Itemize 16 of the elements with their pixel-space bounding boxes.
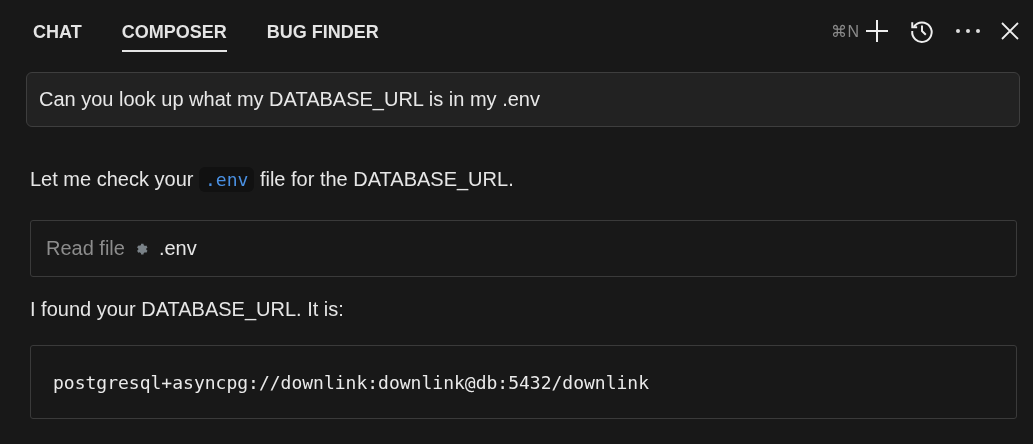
gear-icon bbox=[134, 241, 149, 256]
close-icon[interactable] bbox=[1001, 22, 1019, 40]
plus-icon[interactable] bbox=[865, 19, 889, 43]
history-icon[interactable] bbox=[909, 18, 935, 44]
code-text: postgresql+asyncpg://downlink:downlink@db:5432/downlink bbox=[53, 371, 650, 393]
tab[interactable]: COMPOSER bbox=[121, 14, 227, 52]
prompt-field[interactable]: Can you look up what my DATABASE_URL is in my .env bbox=[26, 72, 1020, 127]
tab[interactable]: BUG FINDER bbox=[266, 14, 379, 52]
more-icon[interactable] bbox=[955, 28, 981, 34]
shortcut-hint: ⌘N bbox=[831, 21, 859, 41]
file-name: .env bbox=[158, 237, 197, 260]
tool-action: Read file bbox=[46, 237, 125, 260]
message-text: Let me check your .env file for the DATABASE_URL. bbox=[30, 166, 515, 194]
message-text: I found your DATABASE_URL. It is: bbox=[30, 297, 345, 323]
tool-call-card[interactable]: Read file .env bbox=[30, 220, 1017, 277]
tab[interactable]: CHAT bbox=[33, 14, 82, 52]
